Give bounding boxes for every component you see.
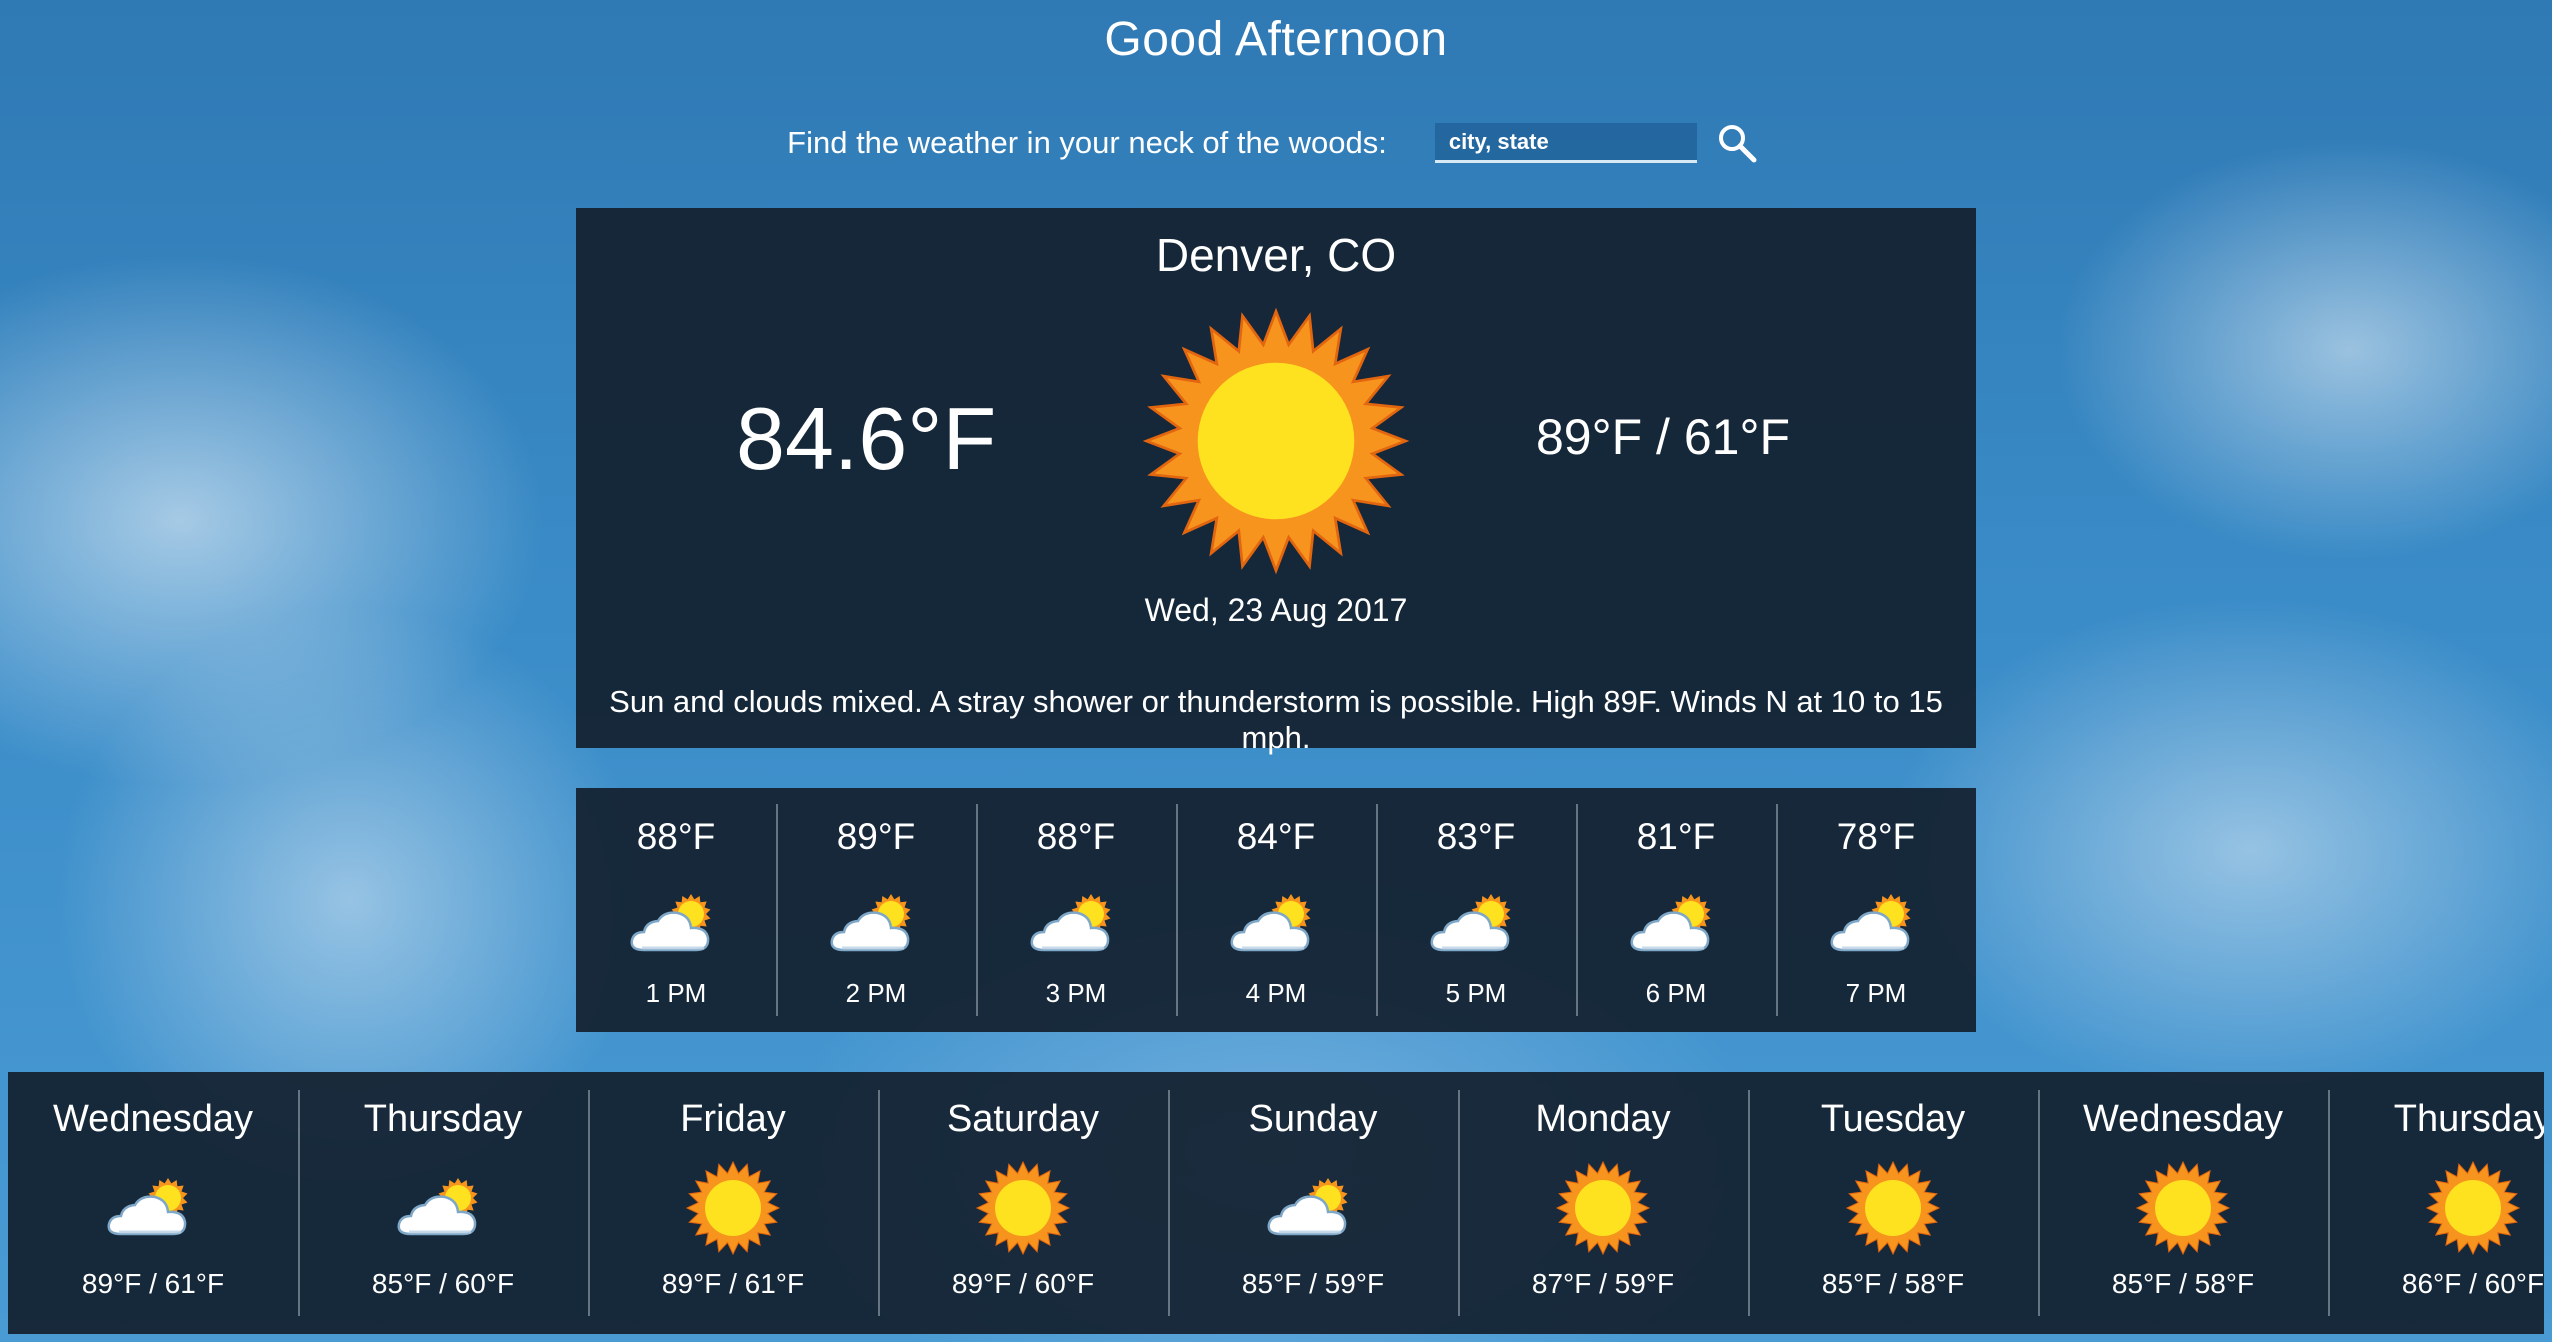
day-temperature-range: 85°F / 58°F xyxy=(2111,1268,2255,1299)
hourly-time: 3 PM xyxy=(1045,978,1107,1008)
sun-icon xyxy=(975,1160,1071,1256)
day-name: Monday xyxy=(1535,1098,1671,1140)
sun-icon xyxy=(1142,307,1410,575)
hourly-temperature: 84°F xyxy=(1236,816,1316,857)
partly-cloudy-icon xyxy=(630,894,711,952)
current-date: Wed, 23 Aug 2017 xyxy=(1144,592,1408,628)
hourly-item: 83°F 5 PM xyxy=(1376,788,1576,1032)
partly-cloudy-icon xyxy=(397,1178,478,1236)
hourly-item: 84°F 4 PM xyxy=(1176,788,1376,1032)
sun-icon xyxy=(1555,1160,1651,1256)
hourly-item: 89°F 2 PM xyxy=(776,788,976,1032)
day-temperature-range: 86°F / 60°F xyxy=(2401,1268,2544,1299)
day-temperature-range: 85°F / 59°F xyxy=(1241,1268,1385,1299)
search-bar: Find the weather in your neck of the woo… xyxy=(0,115,2552,171)
daily-item: Saturday 89°F / 60°F xyxy=(878,1072,1168,1334)
current-high-low: 89°F / 61°F xyxy=(1536,409,1790,465)
daily-forecast-panel[interactable]: Wednesday 89°F / 61°F Thursday 85°F / 60… xyxy=(8,1072,2544,1334)
hourly-item: 78°F 7 PM xyxy=(1776,788,1976,1032)
search-button[interactable] xyxy=(1709,115,1765,171)
sun-icon xyxy=(685,1160,781,1256)
partly-cloudy-icon xyxy=(1230,894,1311,952)
hourly-item: 81°F 6 PM xyxy=(1576,788,1776,1032)
day-name: Wednesday xyxy=(53,1098,253,1140)
daily-item: Sunday 85°F / 59°F xyxy=(1168,1072,1458,1334)
search-input[interactable] xyxy=(1434,123,1697,163)
day-name: Thursday xyxy=(2393,1098,2544,1140)
hourly-time: 2 PM xyxy=(845,978,907,1008)
daily-item: Thursday 85°F / 60°F xyxy=(298,1072,588,1334)
day-name: Wednesday xyxy=(2083,1098,2283,1140)
search-icon xyxy=(1718,125,1757,163)
daily-item: Thursday 86°F / 60°F xyxy=(2328,1072,2544,1334)
city-name: Denver, CO xyxy=(1155,229,1397,281)
hourly-time: 6 PM xyxy=(1645,978,1707,1008)
partly-cloudy-icon xyxy=(1030,894,1111,952)
day-temperature-range: 85°F / 58°F xyxy=(1821,1268,1965,1299)
sun-icon xyxy=(2425,1160,2521,1256)
day-name: Saturday xyxy=(946,1098,1100,1140)
hourly-temperature: 83°F xyxy=(1436,816,1516,857)
day-name: Tuesday xyxy=(1820,1098,1966,1140)
day-temperature-range: 89°F / 61°F xyxy=(661,1268,805,1299)
day-temperature-range: 89°F / 60°F xyxy=(951,1268,1095,1299)
daily-item: Monday 87°F / 59°F xyxy=(1458,1072,1748,1334)
daily-item: Tuesday 85°F / 58°F xyxy=(1748,1072,2038,1334)
hourly-item: 88°F 3 PM xyxy=(976,788,1176,1032)
hourly-time: 4 PM xyxy=(1245,978,1307,1008)
hourly-temperature: 88°F xyxy=(1036,816,1116,857)
hourly-temperature: 78°F xyxy=(1836,816,1916,857)
day-temperature-range: 85°F / 60°F xyxy=(371,1268,515,1299)
hourly-time: 7 PM xyxy=(1845,978,1907,1008)
partly-cloudy-icon xyxy=(1267,1178,1348,1236)
day-name: Sunday xyxy=(1248,1098,1378,1140)
hourly-temperature: 88°F xyxy=(636,816,716,857)
hourly-forecast-panel: 88°F 1 PM 89°F 2 PM 88°F 3 PM 84°F 4 PM … xyxy=(576,788,1976,1032)
partly-cloudy-icon xyxy=(830,894,911,952)
weather-description: Sun and clouds mixed. A stray shower or … xyxy=(609,684,1943,755)
hourly-temperature: 81°F xyxy=(1636,816,1716,857)
sun-icon xyxy=(1845,1160,1941,1256)
day-name: Friday xyxy=(680,1098,786,1140)
hourly-item: 88°F 1 PM xyxy=(576,788,776,1032)
greeting-heading: Good Afternoon xyxy=(1104,13,1448,66)
partly-cloudy-icon xyxy=(1830,894,1911,952)
partly-cloudy-icon xyxy=(1630,894,1711,952)
day-temperature-range: 87°F / 59°F xyxy=(1531,1268,1675,1299)
daily-item: Wednesday 85°F / 58°F xyxy=(2038,1072,2328,1334)
partly-cloudy-icon xyxy=(107,1178,188,1236)
hourly-temperature: 89°F xyxy=(836,816,916,857)
hourly-time: 1 PM xyxy=(645,978,707,1008)
daily-item: Wednesday 89°F / 61°F xyxy=(8,1072,298,1334)
partly-cloudy-icon xyxy=(1430,894,1511,952)
daily-item: Friday 89°F / 61°F xyxy=(588,1072,878,1334)
current-weather-panel: Denver, CO 84.6°F 89°F / 61°F Wed, 23 Au… xyxy=(576,208,1976,755)
search-label: Find the weather in your neck of the woo… xyxy=(787,125,1387,160)
hourly-time: 5 PM xyxy=(1445,978,1507,1008)
sun-icon xyxy=(2135,1160,2231,1256)
day-temperature-range: 89°F / 61°F xyxy=(81,1268,225,1299)
current-temperature: 84.6°F xyxy=(736,389,997,488)
day-name: Thursday xyxy=(363,1098,523,1140)
